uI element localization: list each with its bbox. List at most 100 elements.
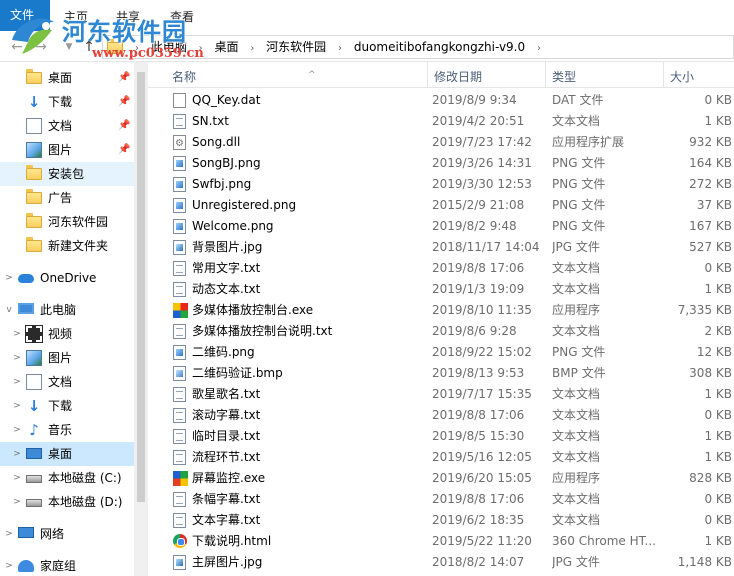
table-row[interactable]: 文本字幕.txt 2019/6/2 18:35 文本文档 0 KB [148, 510, 734, 531]
homegroup-icon [18, 560, 34, 572]
network-icon [18, 527, 34, 538]
chevron-right-icon[interactable]: › [199, 38, 203, 60]
file-type: PNG 文件 [552, 345, 606, 359]
breadcrumb-this-pc[interactable]: 此电脑 [151, 36, 187, 58]
sidebar-item-pictures[interactable]: > 图片 [0, 346, 134, 370]
column-header-name[interactable]: ^ 名称 [166, 62, 428, 88]
sidebar-item-drive-d[interactable]: > 本地磁盘 (D:) [0, 490, 134, 514]
sidebar-item-hedong[interactable]: 河东软件园 [0, 210, 134, 234]
chevron-right-icon[interactable]: › [338, 38, 342, 60]
table-row[interactable]: 多媒体播放控制台.exe 2019/8/10 11:35 应用程序 7,335 KB [148, 300, 734, 321]
table-row[interactable]: 二维码验证.bmp 2019/8/13 9:53 BMP 文件 308 KB [148, 363, 734, 384]
table-row[interactable]: SongBJ.png 2019/3/26 14:31 PNG 文件 164 KB [148, 153, 734, 174]
sidebar-item-pictures-quick[interactable]: 图片 📌 [0, 138, 134, 162]
chevron-right-icon[interactable]: > [12, 346, 22, 370]
breadcrumb-current-folder[interactable]: duomeitibofangkongzhi-v9.0 [354, 36, 525, 58]
txt-file-icon [173, 429, 186, 444]
table-row[interactable]: 临时目录.txt 2019/8/5 15:30 文本文档 1 KB [148, 426, 734, 447]
recent-locations-chevron-icon[interactable]: ▼ [60, 38, 78, 56]
chevron-down-icon[interactable]: v [4, 298, 14, 322]
drive-icon [26, 475, 42, 483]
sidebar-item-install-packages[interactable]: 安装包 [0, 162, 134, 186]
address-bar[interactable]: › 此电脑 › 桌面 › 河东软件园 › duomeitibofangkongz… [102, 35, 734, 59]
sidebar-item-label: 视频 [48, 327, 73, 341]
sidebar-item-label: 安装包 [48, 167, 85, 181]
file-list: ^ 名称 修改日期 类型 大小 QQ_Key.dat 2019/8/9 9:34 D… [148, 62, 734, 576]
table-row[interactable]: 屏幕监控.exe 2019/6/20 15:05 应用程序 828 KB [148, 468, 734, 489]
file-type: 文本文档 [552, 282, 601, 296]
tab-home[interactable]: 主页 [54, 6, 98, 28]
sidebar-item-drive-c[interactable]: > 本地磁盘 (C:) [0, 466, 134, 490]
chevron-right-icon[interactable]: > [12, 370, 22, 394]
chevron-right-icon[interactable]: > [12, 490, 22, 514]
file-date: 2019/8/8 17:06 [432, 261, 525, 275]
chevron-right-icon[interactable]: > [12, 394, 22, 418]
table-row[interactable]: 二维码.png 2018/9/22 15:02 PNG 文件 12 KB [148, 342, 734, 363]
chevron-right-icon[interactable]: > [12, 418, 22, 442]
sidebar-item-new-folder[interactable]: 新建文件夹 [0, 234, 134, 258]
forward-arrow-icon[interactable]: → [32, 38, 50, 56]
png-file-icon [173, 156, 186, 171]
sidebar-item-downloads-quick[interactable]: ↓ 下载 📌 [0, 90, 134, 114]
sidebar-item-desktop[interactable]: > 桌面 [0, 442, 134, 466]
table-row[interactable]: 歌星歌名.txt 2019/7/17 15:35 文本文档 1 KB [148, 384, 734, 405]
table-row[interactable]: 多媒体播放控制台说明.txt 2019/8/6 9:28 文本文档 2 KB [148, 321, 734, 342]
table-row[interactable]: 条幅字幕.txt 2019/8/8 17:06 文本文档 0 KB [148, 489, 734, 510]
sidebar-item-homegroup[interactable]: > 家庭组 [0, 554, 134, 576]
chevron-right-icon[interactable]: › [135, 38, 139, 60]
table-row[interactable]: 下载说明.html 2019/5/22 11:20 360 Chrome HT...… [148, 531, 734, 552]
table-row[interactable]: 流程环节.txt 2019/5/16 12:05 文本文档 1 KB [148, 447, 734, 468]
chevron-right-icon[interactable]: > [4, 266, 14, 290]
chevron-right-icon[interactable]: > [12, 466, 22, 490]
video-icon [25, 325, 43, 343]
tab-view[interactable]: 查看 [160, 6, 204, 28]
breadcrumb-hedong[interactable]: 河东软件园 [266, 36, 326, 58]
sidebar-item-network[interactable]: > 网络 [0, 522, 134, 546]
sidebar-item-ads[interactable]: 广告 [0, 186, 134, 210]
sidebar-item-downloads[interactable]: > ↓ 下载 [0, 394, 134, 418]
breadcrumb-desktop[interactable]: 桌面 [215, 36, 239, 58]
column-header-size[interactable]: 大小 [664, 62, 734, 88]
table-row[interactable]: 滚动字幕.txt 2019/8/8 17:06 文本文档 0 KB [148, 405, 734, 426]
sidebar-item-music[interactable]: > ♪ 音乐 [0, 418, 134, 442]
table-row[interactable]: Song.dll 2019/7/23 17:42 应用程序扩展 932 KB [148, 132, 734, 154]
sidebar-item-this-pc[interactable]: v 此电脑 [0, 298, 134, 322]
chevron-right-icon[interactable]: > [12, 322, 22, 346]
scrollbar-thumb[interactable] [137, 72, 145, 502]
tab-share[interactable]: 共享 [106, 6, 150, 28]
txt-file-icon [173, 324, 186, 339]
table-row[interactable]: 背景图片.jpg 2018/11/17 14:04 JPG 文件 527 KB [148, 237, 734, 258]
back-arrow-icon[interactable]: ← [8, 38, 26, 56]
pin-icon: 📌 [118, 72, 131, 83]
table-row[interactable]: 动态文本.txt 2019/1/3 19:09 文本文档 1 KB [148, 279, 734, 300]
navigation-pane: 桌面 📌 ↓ 下载 📌 文档 📌 图片 📌 安装包 广告 河东软件园 新建文件夹… [0, 62, 134, 576]
up-arrow-icon[interactable]: ↑ [80, 38, 98, 56]
sidebar-item-documents-quick[interactable]: 文档 📌 [0, 114, 134, 138]
png-file-icon [173, 219, 186, 234]
chevron-right-icon[interactable]: › [250, 38, 254, 60]
sidebar-item-desktop-quick[interactable]: 桌面 📌 [0, 66, 134, 90]
txt-file-icon [173, 492, 186, 507]
file-date: 2019/8/6 9:28 [432, 324, 517, 338]
table-row[interactable]: Swfbj.png 2019/3/30 12:53 PNG 文件 272 KB [148, 174, 734, 195]
file-type: 应用程序扩展 [552, 135, 625, 149]
chevron-right-icon[interactable]: › [537, 38, 541, 60]
chevron-right-icon[interactable]: > [4, 554, 14, 576]
file-name: Song.dll [192, 135, 241, 149]
chevron-right-icon[interactable]: > [12, 442, 22, 466]
sidebar-item-videos[interactable]: > 视频 [0, 322, 134, 346]
column-header-type[interactable]: 类型 [546, 62, 664, 88]
navigation-scrollbar[interactable] [134, 62, 148, 576]
sidebar-item-documents[interactable]: > 文档 [0, 370, 134, 394]
chevron-right-icon[interactable]: > [4, 522, 14, 546]
sidebar-item-onedrive[interactable]: > OneDrive [0, 266, 134, 290]
table-row[interactable]: QQ_Key.dat 2019/8/9 9:34 DAT 文件 0 KB [148, 90, 734, 111]
table-row[interactable]: Welcome.png 2019/8/2 9:48 PNG 文件 167 KB [148, 216, 734, 237]
column-header-date[interactable]: 修改日期 [428, 62, 546, 88]
table-row[interactable]: SN.txt 2019/4/2 20:51 文本文档 1 KB [148, 111, 734, 132]
document-icon [26, 118, 42, 134]
table-row[interactable]: 主屏图片.jpg 2018/8/2 14:07 JPG 文件 1,148 KB [148, 552, 734, 573]
tab-file[interactable]: 文件 [0, 0, 50, 31]
table-row[interactable]: Unregistered.png 2015/2/9 21:08 PNG 文件 37 K… [148, 195, 734, 216]
table-row[interactable]: 常用文字.txt 2019/8/8 17:06 文本文档 0 KB [148, 258, 734, 279]
